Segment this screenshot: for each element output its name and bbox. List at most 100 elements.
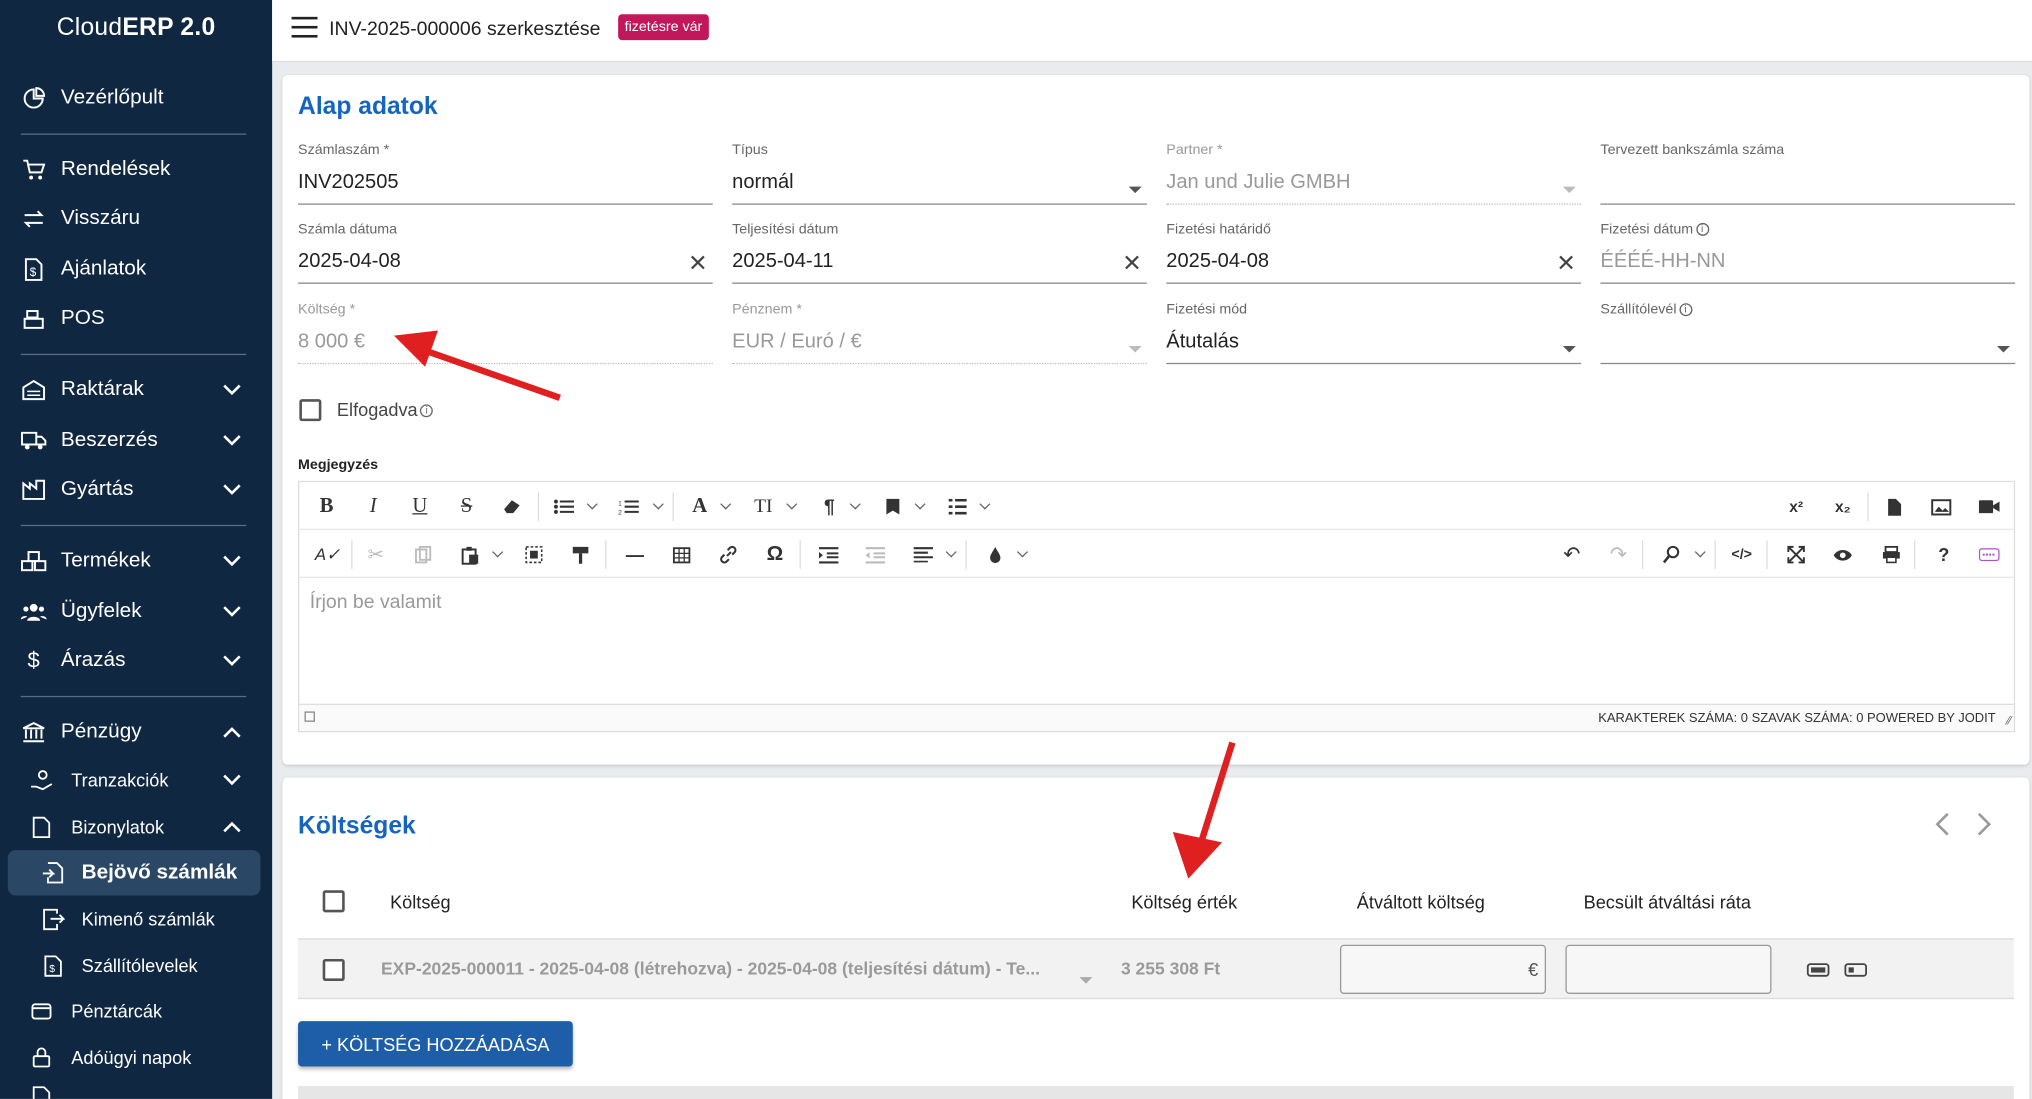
estimated-rate-input[interactable] (1565, 944, 1772, 994)
redo-icon[interactable]: ↷ (1607, 540, 1630, 569)
horizontal-rule-icon[interactable]: — (623, 540, 646, 569)
select-all-icon[interactable] (522, 540, 545, 569)
menu-icon[interactable] (291, 16, 318, 40)
chevron-down-icon[interactable] (786, 498, 798, 510)
sidebar-item-warehouses[interactable]: Raktárak (0, 365, 272, 414)
ai-assistant-icon[interactable] (1978, 540, 2001, 569)
chevron-down-icon[interactable] (586, 498, 598, 510)
sidebar-item-wallets[interactable]: Pénztárcák (0, 987, 272, 1034)
bold-icon[interactable]: B (315, 492, 338, 521)
sidebar-item-products[interactable]: Termékek (0, 537, 272, 586)
invoice-number-field[interactable]: Számlaszám * INV202505 (298, 143, 713, 205)
print-icon[interactable] (1879, 540, 1902, 569)
brush-icon[interactable] (984, 540, 1007, 569)
sidebar-item-returns[interactable]: Visszáru (0, 194, 272, 243)
paragraph-icon[interactable]: ¶ (818, 492, 841, 521)
subscript-icon[interactable]: x₂ (1831, 492, 1854, 521)
help-icon[interactable]: ? (1932, 540, 1955, 569)
chevron-down-icon[interactable] (849, 498, 861, 510)
fulfillment-date-field[interactable]: Teljesítési dátum 2025-04-11 ✕ (732, 222, 1147, 284)
sidebar-item-incoming-invoices[interactable]: Bejövő számlák (7, 850, 261, 896)
chevron-down-icon[interactable] (914, 498, 926, 510)
chevron-down-icon[interactable] (979, 498, 991, 510)
sidebar-item-pos[interactable]: POS (0, 294, 272, 343)
info-icon[interactable]: i (1695, 223, 1709, 236)
editor-path-icon[interactable] (304, 711, 315, 722)
converted-cost-input[interactable]: € (1339, 944, 1547, 994)
cut-icon[interactable]: ✂ (364, 540, 387, 569)
chevron-down-icon[interactable] (652, 498, 664, 510)
sidebar-item-manufacturing[interactable]: Gyártás (0, 465, 272, 514)
select-all-checkbox[interactable] (322, 890, 345, 913)
resize-handle-icon[interactable]: ⁄⁄ (2007, 714, 2011, 727)
chevron-down-icon[interactable] (492, 546, 504, 558)
eraser-icon[interactable] (500, 492, 523, 521)
chevron-down-icon[interactable] (945, 546, 957, 558)
undo-icon[interactable]: ↶ (1560, 540, 1583, 569)
dropdown-arrow-icon[interactable] (1562, 336, 1576, 357)
clear-icon[interactable]: ✕ (1556, 250, 1576, 277)
clear-icon[interactable]: ✕ (1122, 250, 1142, 277)
sidebar-item-finance[interactable]: Pénzügy (0, 708, 272, 757)
font-icon[interactable]: A (688, 492, 711, 521)
chevron-left-icon[interactable] (1935, 811, 1951, 837)
fullscreen-icon[interactable] (1784, 540, 1807, 569)
info-icon[interactable]: i (1679, 303, 1693, 317)
accepted-checkbox[interactable] (299, 399, 322, 422)
chevron-down-icon[interactable] (1694, 546, 1706, 558)
sidebar-item-pricing[interactable]: $ Árazás (0, 636, 272, 685)
expense-select-value[interactable]: EXP-2025-000011 - 2025-04-08 (létrehozva… (381, 959, 1040, 978)
indent-icon[interactable] (816, 540, 839, 569)
currency-select[interactable]: Pénznem * EUR / Euró / € (732, 302, 1147, 365)
sidebar-item-partial[interactable] (0, 1081, 272, 1099)
sidebar-item-tax-days[interactable]: Adóügyi napok (0, 1034, 272, 1081)
toggle-off-icon[interactable] (1806, 963, 1830, 977)
app-logo[interactable]: CloudERP 2.0 (0, 0, 272, 57)
video-icon[interactable] (1978, 492, 2001, 521)
spellcheck-icon[interactable]: A✓ (315, 540, 340, 569)
invoice-date-field[interactable]: Számla dátuma 2025-04-08 ✕ (298, 222, 713, 284)
superscript-icon[interactable]: x² (1784, 492, 1807, 521)
payment-method-select[interactable]: Fizetési mód Átutalás (1166, 302, 1581, 365)
copy-icon[interactable] (411, 540, 434, 569)
sidebar-item-orders[interactable]: Rendelések (0, 145, 272, 194)
clear-icon[interactable]: ✕ (688, 250, 708, 277)
sidebar-item-transactions[interactable]: Tranzakciók (0, 756, 272, 805)
sidebar-item-customers[interactable]: Ügyfelek (0, 587, 272, 636)
chevron-down-icon[interactable] (1016, 546, 1028, 558)
sidebar-item-dashboard[interactable]: Vezérlőpult (0, 74, 272, 123)
paste-icon[interactable] (459, 540, 482, 569)
table-icon[interactable] (670, 540, 693, 569)
editor-content-area[interactable]: Írjon be valamit (299, 578, 2013, 704)
dropdown-arrow-icon[interactable] (1128, 176, 1142, 197)
toggle-on-icon[interactable] (1844, 963, 1868, 977)
add-cost-button[interactable]: + KÖLTSÉG HOZZÁADÁSA (298, 1021, 573, 1067)
find-icon[interactable] (1660, 540, 1683, 569)
align-icon[interactable] (911, 540, 934, 569)
strikethrough-icon[interactable]: S (455, 492, 478, 521)
sidebar-item-documents[interactable]: Bizonylatok (0, 802, 272, 851)
font-size-icon[interactable]: TI (752, 492, 775, 521)
preview-icon[interactable] (1831, 540, 1854, 569)
line-height-icon[interactable] (946, 492, 969, 521)
bullet-list-icon[interactable] (552, 492, 575, 521)
classes-icon[interactable] (881, 492, 904, 521)
chevron-right-icon[interactable] (1976, 811, 1992, 837)
type-select[interactable]: Típus normál (732, 143, 1147, 205)
dropdown-arrow-icon[interactable] (1079, 967, 1093, 990)
row-checkbox[interactable] (322, 958, 345, 981)
sidebar-item-quotes[interactable]: $ Ajánlatok (0, 245, 272, 294)
numbered-list-icon[interactable]: 12 (617, 492, 640, 521)
outdent-icon[interactable] (863, 540, 886, 569)
partner-select[interactable]: Partner * Jan und Julie GMBH (1166, 143, 1581, 205)
copy-format-icon[interactable] (569, 540, 592, 569)
underline-icon[interactable]: U (408, 492, 431, 521)
source-code-icon[interactable]: </> (1730, 540, 1753, 569)
delivery-note-select[interactable]: Szállítólevél i (1600, 302, 2016, 365)
chevron-down-icon[interactable] (720, 498, 732, 510)
dropdown-arrow-icon[interactable] (1996, 336, 2010, 357)
sidebar-item-outgoing-invoices[interactable]: Kimenő számlák (0, 895, 272, 942)
symbol-icon[interactable]: Ω (763, 540, 786, 569)
sidebar-item-delivery-notes[interactable]: $ Szállítólevelek (0, 942, 272, 989)
link-icon[interactable] (717, 540, 740, 569)
